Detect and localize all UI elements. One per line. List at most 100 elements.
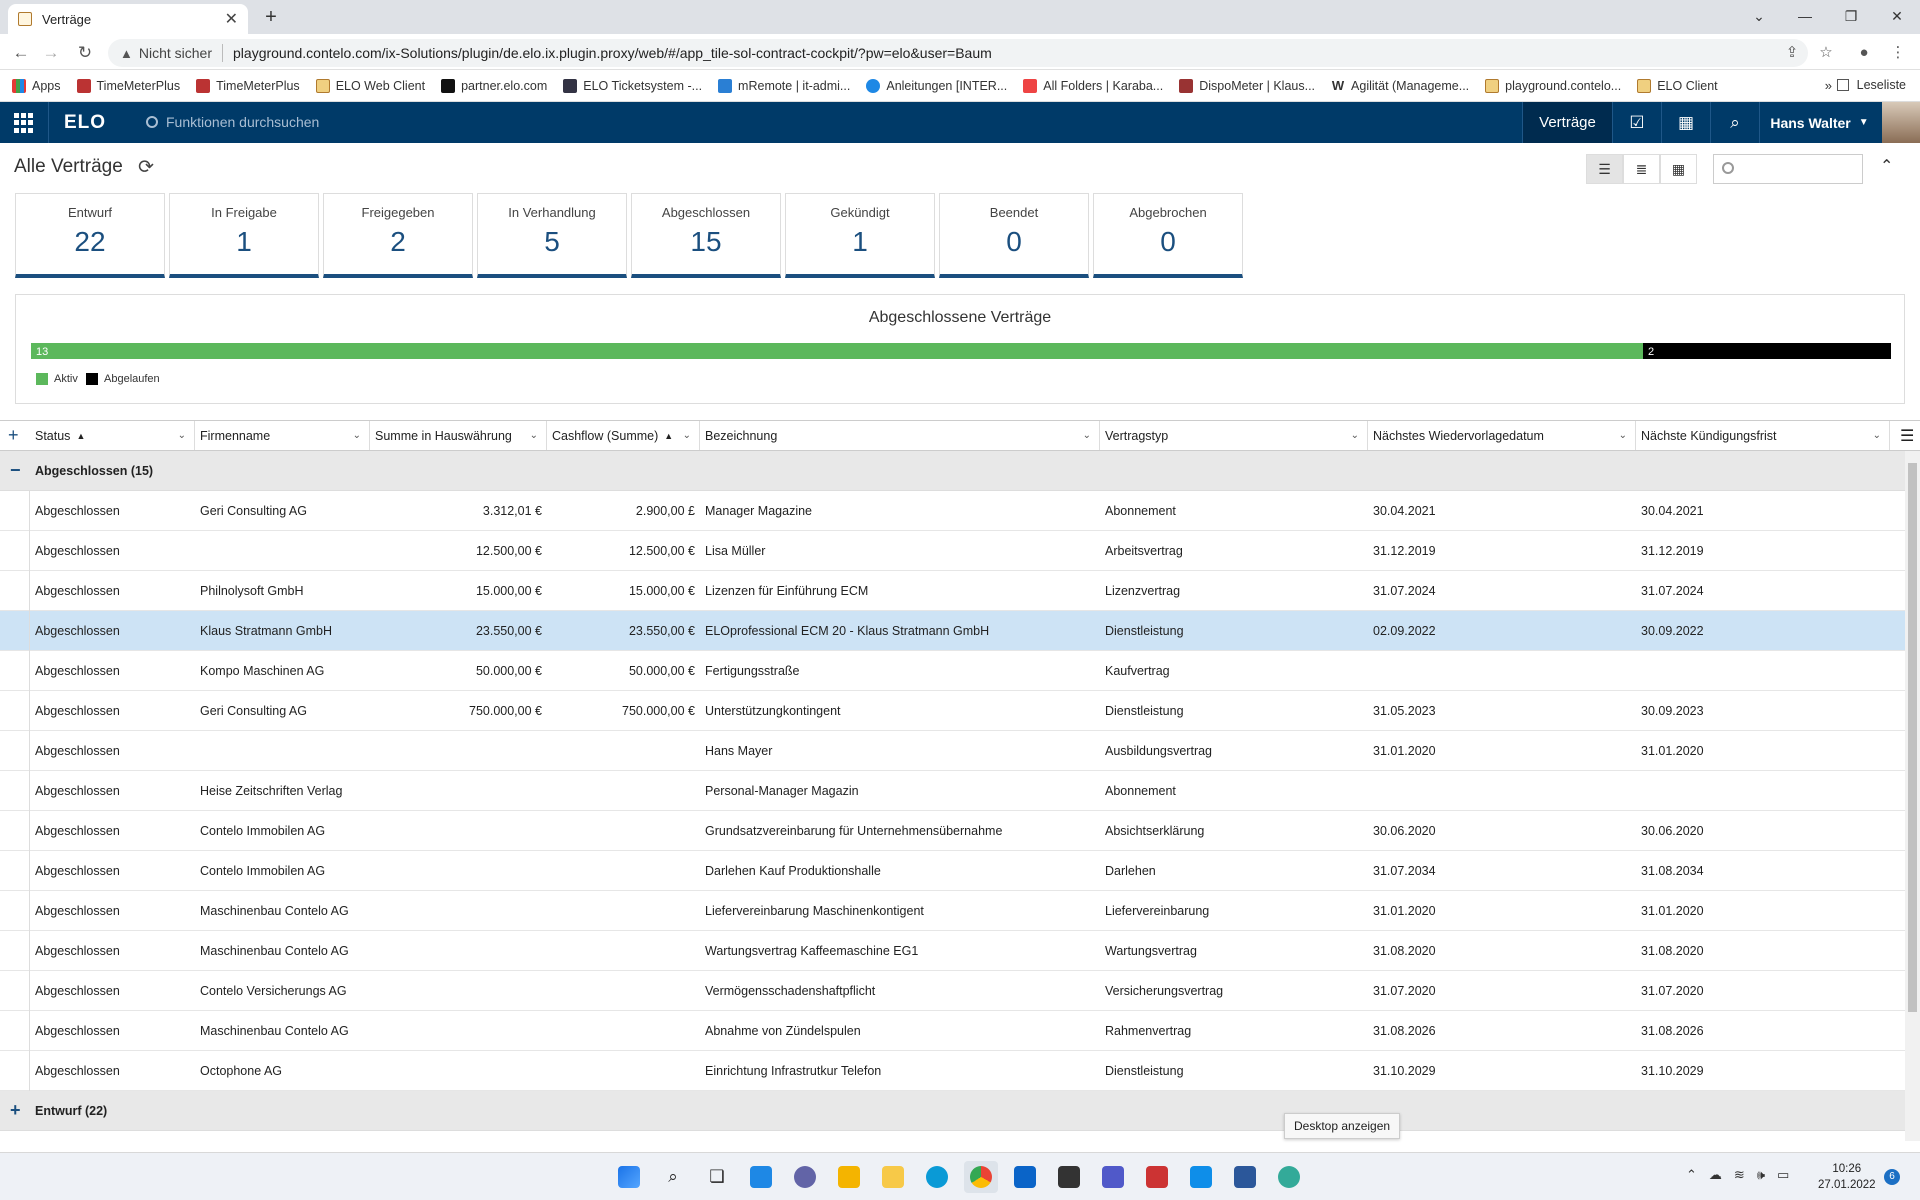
list-view-icon[interactable]: ☰: [1586, 154, 1623, 184]
clock[interactable]: 10:26 27.01.2022: [1818, 1161, 1876, 1193]
bar-segment-abgelaufen[interactable]: [1643, 343, 1891, 359]
column-header-vertragstyp[interactable]: Vertragstyp ⌄: [1100, 421, 1368, 450]
search-input[interactable]: [1713, 154, 1863, 184]
table-row[interactable]: Abgeschlossen Geri Consulting AG 3.312,01 …: [0, 491, 1905, 531]
globe-app-icon[interactable]: [1272, 1161, 1306, 1193]
compact-view-icon[interactable]: ≣: [1623, 154, 1660, 184]
edge-icon[interactable]: [920, 1161, 954, 1193]
close-window-button[interactable]: ✕: [1874, 4, 1920, 28]
app-icon-yellow[interactable]: [832, 1161, 866, 1193]
table-row[interactable]: Abgeschlossen Contelo Immobilen AG Grundsa…: [0, 811, 1905, 851]
teams-icon[interactable]: [1096, 1161, 1130, 1193]
outlook-icon[interactable]: [1008, 1161, 1042, 1193]
user-menu[interactable]: Hans Walter ▼: [1759, 102, 1879, 143]
bookmark-elo-client[interactable]: ELO Client: [1637, 78, 1718, 93]
chevron-down-icon[interactable]: ⌄: [683, 430, 691, 441]
table-row[interactable]: Abgeschlossen 12.500,00 € 12.500,00 € Lisa …: [0, 531, 1905, 571]
table-row[interactable]: Abgeschlossen Octophone AG Einrichtung Inf…: [0, 1051, 1905, 1091]
restore-button[interactable]: ❐: [1828, 4, 1874, 28]
column-header-kuendigungsfrist[interactable]: Nächste Kündigungsfrist ⌄: [1636, 421, 1890, 450]
status-card-in-freigabe[interactable]: In Freigabe 1: [169, 193, 319, 278]
refresh-icon[interactable]: ⟳: [138, 156, 154, 179]
teamviewer-icon[interactable]: [1184, 1161, 1218, 1193]
status-card-abgebrochen[interactable]: Abgebrochen 0: [1093, 193, 1243, 278]
chevron-down-icon[interactable]: ⌄: [353, 430, 361, 441]
bookmark-timemeter-2[interactable]: TimeMeterPlus: [196, 78, 300, 93]
status-card-beendet[interactable]: Beendet 0: [939, 193, 1089, 278]
teams-chat-icon[interactable]: [788, 1161, 822, 1193]
url-bar[interactable]: ▲ Nicht sicher playground.contelo.com/ix…: [108, 39, 1808, 67]
expand-group-icon[interactable]: +: [10, 1100, 21, 1121]
table-row[interactable]: Abgeschlossen Geri Consulting AG 750.000,0…: [0, 691, 1905, 731]
widgets-icon[interactable]: [744, 1161, 778, 1193]
reading-list-button[interactable]: Leseliste: [1836, 78, 1906, 92]
chevron-down-icon[interactable]: ⌄: [1619, 430, 1627, 441]
tasks-checkbox-icon[interactable]: ☑: [1612, 102, 1661, 143]
volume-icon[interactable]: 🕪: [1757, 1167, 1765, 1183]
battery-icon[interactable]: ▭: [1777, 1167, 1789, 1183]
status-card-in-verhandlung[interactable]: In Verhandlung 5: [477, 193, 627, 278]
calendar-view-icon[interactable]: ▦: [1660, 154, 1697, 184]
warning-icon[interactable]: ▲: [120, 46, 133, 61]
bookmark-agilitaet[interactable]: W Agilität (Manageme...: [1331, 78, 1469, 93]
bookmark-timemeter-1[interactable]: TimeMeterPlus: [76, 78, 180, 93]
table-row[interactable]: Abgeschlossen Maschinenbau Contelo AG Wart…: [0, 931, 1905, 971]
status-card-freigegeben[interactable]: Freigegeben 2: [323, 193, 473, 278]
onedrive-icon[interactable]: ☁: [1709, 1167, 1722, 1183]
bookmark-all-folders[interactable]: All Folders | Karaba...: [1023, 78, 1163, 93]
tab-search-icon[interactable]: ⌄: [1736, 4, 1782, 28]
search-icon[interactable]: ⌕: [1710, 102, 1759, 143]
chevron-down-icon[interactable]: ⌄: [530, 430, 538, 441]
nav-vertraege[interactable]: Verträge: [1522, 102, 1612, 143]
back-button[interactable]: ←: [8, 40, 34, 66]
column-header-bezeichnung[interactable]: Bezeichnung ⌄: [700, 421, 1100, 450]
table-row[interactable]: Abgeschlossen Kompo Maschinen AG 50.000,00…: [0, 651, 1905, 691]
new-tab-button[interactable]: +: [258, 4, 284, 30]
forward-button[interactable]: →: [38, 40, 64, 66]
bookmark-playground[interactable]: playground.contelo...: [1485, 78, 1621, 93]
collapse-group-icon[interactable]: −: [10, 460, 21, 481]
calendar-icon[interactable]: ▦: [1661, 102, 1710, 143]
security-label[interactable]: Nicht sicher: [139, 45, 212, 61]
status-card-entwurf[interactable]: Entwurf 22: [15, 193, 165, 278]
chevron-down-icon[interactable]: ⌄: [1351, 430, 1359, 441]
legend-item-abgelaufen[interactable]: Abgelaufen: [86, 373, 160, 385]
status-card-abgeschlossen[interactable]: Abgeschlossen 15: [631, 193, 781, 278]
function-search[interactable]: Funktionen durchsuchen: [146, 114, 319, 130]
table-row[interactable]: Abgeschlossen Heise Zeitschriften Verlag P…: [0, 771, 1905, 811]
table-row[interactable]: Abgeschlossen Maschinenbau Contelo AG Abna…: [0, 1011, 1905, 1051]
chrome-icon[interactable]: [964, 1161, 998, 1193]
avatar[interactable]: [1882, 102, 1920, 143]
legend-item-aktiv[interactable]: Aktiv: [36, 373, 78, 385]
browser-tab[interactable]: Verträge ✕: [8, 4, 248, 34]
close-tab-icon[interactable]: ✕: [225, 9, 238, 29]
app-launcher-icon[interactable]: [14, 113, 34, 133]
profile-icon[interactable]: ●: [1852, 41, 1876, 65]
chevron-down-icon[interactable]: ⌄: [1083, 430, 1091, 441]
group-row[interactable]: − Abgeschlossen (15): [0, 451, 1905, 491]
column-header-cashflow[interactable]: Cashflow (Summe) ▲ ⌄: [547, 421, 700, 450]
table-scrollbar[interactable]: [1905, 451, 1920, 1141]
table-row[interactable]: Abgeschlossen Maschinenbau Contelo AG Lief…: [0, 891, 1905, 931]
timemeter-icon[interactable]: [1140, 1161, 1174, 1193]
bookmark-star-icon[interactable]: ☆: [1814, 41, 1838, 65]
chevron-up-icon[interactable]: ⌃: [1880, 156, 1893, 176]
bar-segment-aktiv[interactable]: [31, 343, 1643, 359]
column-header-status[interactable]: Status ▲ ⌄: [30, 421, 195, 450]
bookmark-anleitungen[interactable]: Anleitungen [INTER...: [866, 78, 1007, 93]
bookmark-elo-ticketsystem[interactable]: ELO Ticketsystem -...: [563, 78, 702, 93]
chevron-down-icon[interactable]: ⌄: [178, 430, 186, 441]
column-menu-icon[interactable]: ☰: [1900, 426, 1914, 446]
minimize-button[interactable]: —: [1782, 4, 1828, 28]
bookmark-elo-web-client[interactable]: ELO Web Client: [315, 78, 425, 93]
task-view-icon[interactable]: ❏: [700, 1161, 734, 1193]
share-icon[interactable]: ⇪: [1780, 41, 1804, 65]
windows-start-icon[interactable]: [612, 1161, 646, 1193]
browser-menu-icon[interactable]: ⋮: [1886, 41, 1910, 65]
chevron-down-icon[interactable]: ⌄: [1873, 430, 1881, 441]
column-header-summe[interactable]: Summe in Hauswährung ⌄: [370, 421, 547, 450]
word-icon[interactable]: [1228, 1161, 1262, 1193]
table-row[interactable]: Abgeschlossen Philnolysoft GmbH 15.000,00 …: [0, 571, 1905, 611]
taskbar-search-icon[interactable]: ⌕: [656, 1161, 690, 1193]
column-header-firmenname[interactable]: Firmenname ⌄: [195, 421, 370, 450]
